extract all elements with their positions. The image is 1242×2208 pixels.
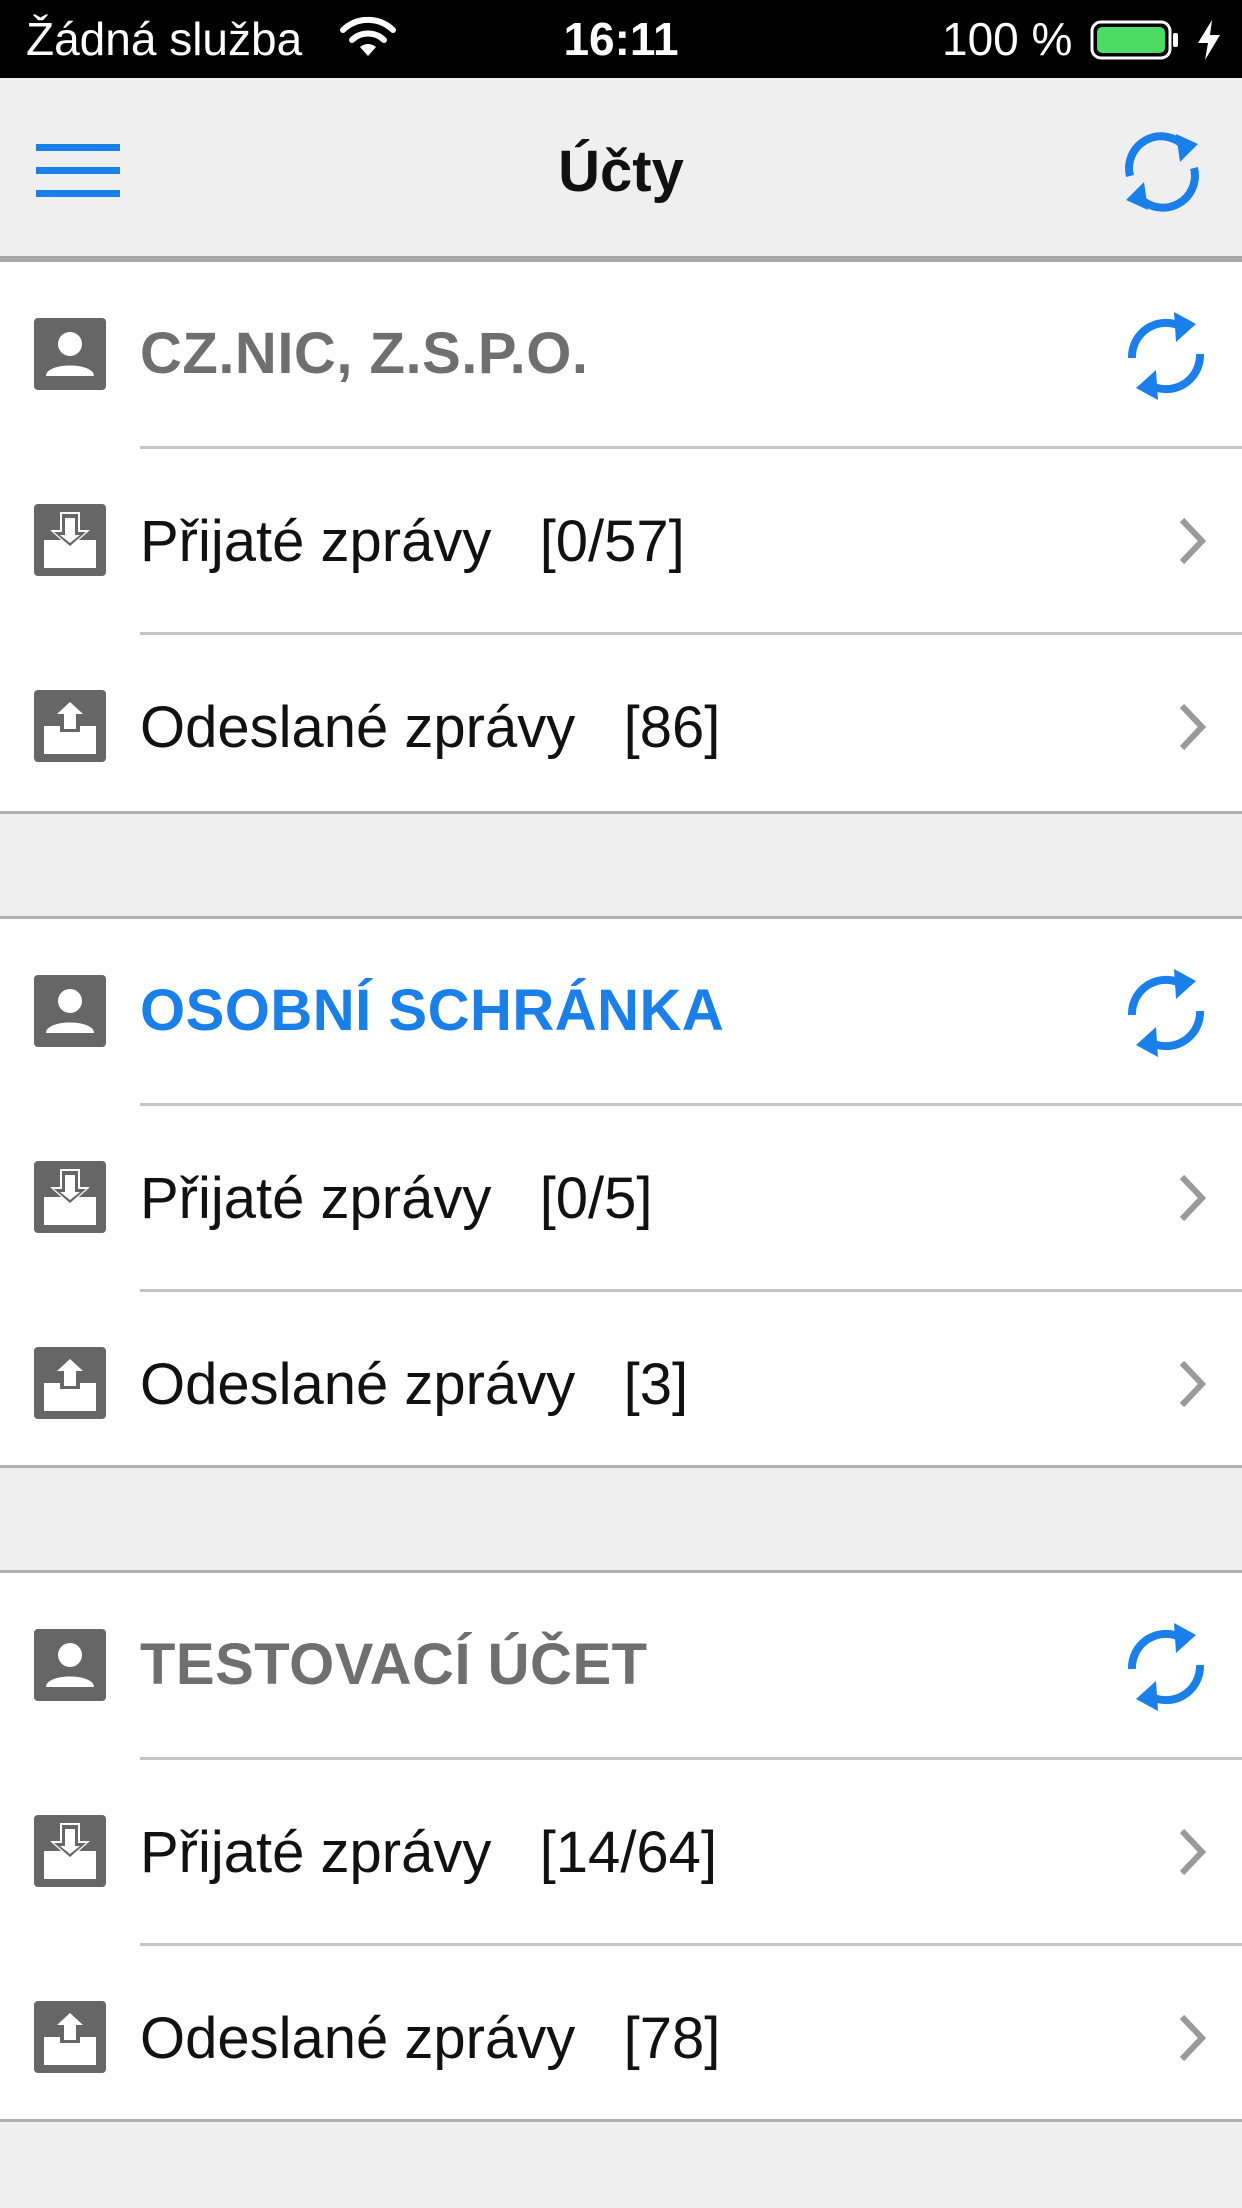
sent-label-text: Odeslané zprávy [140, 2006, 576, 2071]
account-section: CZ.NIC, Z.S.P.O. Přijaté zprávy [0/57] O… [0, 262, 1242, 814]
sync-icon[interactable] [1124, 308, 1208, 404]
received-label-text: Přijaté zprávy [140, 1166, 492, 1231]
sent-label-text: Odeslané zprávy [140, 1352, 576, 1417]
chevron-right-icon [1179, 2014, 1207, 2062]
received-count: [0/5] [539, 1166, 653, 1231]
inbox-download-icon [34, 504, 106, 576]
chevron-right-icon [1179, 1360, 1207, 1408]
account-name: CZ.NIC, Z.S.P.O. [140, 321, 589, 386]
account-section: OSOBNÍ SCHRÁNKA Přijaté zprávy [0/5] Ode… [0, 916, 1242, 1468]
chevron-right-icon [1179, 1174, 1207, 1222]
account-person-icon [34, 318, 106, 390]
received-label-text: Přijaté zprávy [140, 509, 492, 574]
sent-label: Odeslané zprávy [78] [140, 1999, 720, 2079]
sync-icon[interactable] [1124, 965, 1208, 1061]
received-count: [0/57] [539, 509, 685, 574]
account-person-icon [34, 975, 106, 1047]
received-count: [14/64] [539, 1820, 718, 1885]
chevron-right-icon [1179, 1828, 1207, 1876]
status-bar: Žádná služba 16:11 100 % [0, 0, 1242, 78]
sync-all-icon[interactable] [1114, 124, 1210, 220]
account-header: CZ.NIC, Z.S.P.O. [0, 262, 1242, 448]
sent-label-text: Odeslané zprávy [140, 695, 576, 760]
sent-messages-row[interactable]: Odeslané zprávy [86] [0, 634, 1242, 820]
chevron-right-icon [1179, 703, 1207, 751]
sent-label: Odeslané zprávy [86] [140, 688, 720, 768]
charging-bolt-icon [1198, 20, 1220, 60]
navigation-bar: Účty [0, 78, 1242, 262]
received-messages-row[interactable]: Přijaté zprávy [0/57] [0, 448, 1242, 634]
received-label: Přijaté zprávy [0/5] [140, 1159, 653, 1239]
sent-messages-row[interactable]: Odeslané zprávy [78] [0, 1945, 1242, 2131]
sent-count: [3] [623, 1352, 689, 1417]
account-header: OSOBNÍ SCHRÁNKA [0, 919, 1242, 1105]
chevron-right-icon [1179, 517, 1207, 565]
battery-percent: 100 % [942, 13, 1073, 65]
account-header: TESTOVACÍ ÚČET [0, 1573, 1242, 1759]
sent-label: Odeslané zprávy [3] [140, 1345, 688, 1425]
account-section: TESTOVACÍ ÚČET Přijaté zprávy [14/64] Od… [0, 1570, 1242, 2122]
received-label-text: Přijaté zprávy [140, 1820, 492, 1885]
inbox-download-icon [34, 1161, 106, 1233]
page-title: Účty [558, 139, 684, 204]
account-name: TESTOVACÍ ÚČET [140, 1632, 648, 1697]
received-label: Přijaté zprávy [0/57] [140, 502, 685, 582]
inbox-download-icon [34, 1815, 106, 1887]
outbox-upload-icon [34, 1347, 106, 1419]
received-messages-row[interactable]: Přijaté zprávy [0/5] [0, 1105, 1242, 1291]
sent-count: [78] [623, 2006, 721, 2071]
sent-count: [86] [623, 695, 721, 760]
outbox-upload-icon [34, 690, 106, 762]
outbox-upload-icon [34, 2001, 106, 2073]
account-person-icon [34, 1629, 106, 1701]
received-messages-row[interactable]: Přijaté zprávy [14/64] [0, 1759, 1242, 1945]
received-label: Přijaté zprávy [14/64] [140, 1813, 717, 1893]
sync-icon[interactable] [1124, 1619, 1208, 1715]
account-name: OSOBNÍ SCHRÁNKA [140, 978, 725, 1043]
sent-messages-row[interactable]: Odeslané zprávy [3] [0, 1291, 1242, 1477]
battery-icon [1090, 20, 1178, 60]
